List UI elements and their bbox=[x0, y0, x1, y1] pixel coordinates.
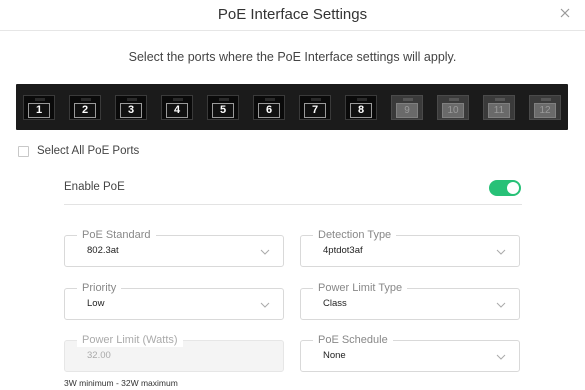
port-number: 9 bbox=[396, 103, 418, 118]
port-connector-icon: 1 bbox=[23, 95, 55, 120]
port-connector-icon: 5 bbox=[207, 95, 239, 120]
port-panel: 1 2 3 4 5 6 7 8 9 10 11 12 bbox=[16, 84, 568, 130]
port-6[interactable]: 6 bbox=[246, 84, 292, 130]
instruction-text: Select the ports where the PoE Interface… bbox=[128, 50, 457, 64]
port-number: 6 bbox=[258, 103, 280, 118]
power-limit-value: 32.00 bbox=[87, 350, 111, 361]
power-limit-label: Power Limit (Watts) bbox=[77, 333, 183, 347]
port-8[interactable]: 8 bbox=[338, 84, 384, 130]
port-notch bbox=[35, 98, 45, 101]
poe-schedule-select[interactable]: PoE Schedule None bbox=[300, 333, 520, 372]
port-number: 12 bbox=[534, 103, 556, 118]
port-connector-icon: 10 bbox=[437, 95, 469, 120]
port-3[interactable]: 3 bbox=[108, 84, 154, 130]
chevron-down-icon bbox=[260, 302, 270, 308]
port-7[interactable]: 7 bbox=[292, 84, 338, 130]
port-number: 4 bbox=[166, 103, 188, 118]
checkbox-box[interactable] bbox=[18, 145, 29, 157]
port-notch bbox=[265, 98, 275, 101]
port-number: 10 bbox=[442, 103, 464, 118]
port-connector-icon: 7 bbox=[299, 95, 331, 120]
port-9: 9 bbox=[384, 84, 430, 130]
port-11: 11 bbox=[476, 84, 522, 130]
port-12: 12 bbox=[522, 84, 568, 130]
port-connector-icon: 8 bbox=[345, 95, 377, 120]
chevron-down-icon bbox=[496, 302, 506, 308]
priority-value: Low bbox=[87, 298, 105, 309]
priority-label: Priority bbox=[77, 281, 122, 295]
dialog-header: PoE Interface Settings bbox=[0, 0, 585, 31]
power-limit-hint: 3W minimum - 32W maximum bbox=[64, 378, 178, 388]
port-connector-icon: 2 bbox=[69, 95, 101, 120]
chevron-down-icon bbox=[496, 354, 506, 360]
select-all-label: Select All PoE Ports bbox=[37, 145, 140, 157]
port-number: 5 bbox=[212, 103, 234, 118]
port-notch bbox=[357, 98, 367, 101]
toggle-knob bbox=[507, 182, 519, 194]
port-connector-icon: 12 bbox=[529, 95, 561, 120]
poe-schedule-value: None bbox=[323, 350, 346, 361]
enable-poe-label: Enable PoE bbox=[64, 181, 125, 193]
power-limit-type-label: Power Limit Type bbox=[313, 281, 408, 295]
port-2[interactable]: 2 bbox=[62, 84, 108, 130]
poe-standard-value: 802.3at bbox=[87, 245, 119, 256]
power-limit-input[interactable]: Power Limit (Watts) 32.00 bbox=[64, 333, 284, 372]
port-notch bbox=[495, 98, 505, 101]
poe-standard-select[interactable]: PoE Standard 802.3at bbox=[64, 228, 284, 267]
port-1[interactable]: 1 bbox=[16, 84, 62, 130]
port-4[interactable]: 4 bbox=[154, 84, 200, 130]
port-connector-icon: 3 bbox=[115, 95, 147, 120]
chevron-down-icon bbox=[496, 249, 506, 255]
port-notch bbox=[449, 98, 459, 101]
port-notch bbox=[403, 98, 413, 101]
port-number: 2 bbox=[74, 103, 96, 118]
port-connector-icon: 9 bbox=[391, 95, 423, 120]
port-notch bbox=[541, 98, 551, 101]
poe-standard-label: PoE Standard bbox=[77, 228, 156, 242]
power-limit-type-select[interactable]: Power Limit Type Class bbox=[300, 281, 520, 320]
detection-type-label: Detection Type bbox=[313, 228, 397, 242]
priority-select[interactable]: Priority Low bbox=[64, 281, 284, 320]
port-connector-icon: 4 bbox=[161, 95, 193, 120]
port-number: 11 bbox=[488, 103, 510, 118]
port-notch bbox=[173, 98, 183, 101]
port-number: 1 bbox=[28, 103, 50, 118]
chevron-down-icon bbox=[260, 249, 270, 255]
port-number: 8 bbox=[350, 103, 372, 118]
detection-type-select[interactable]: Detection Type 4ptdot3af bbox=[300, 228, 520, 267]
port-10: 10 bbox=[430, 84, 476, 130]
close-icon[interactable] bbox=[557, 5, 573, 21]
port-number: 7 bbox=[304, 103, 326, 118]
port-connector-icon: 6 bbox=[253, 95, 285, 120]
power-limit-type-value: Class bbox=[323, 298, 347, 309]
detection-type-value: 4ptdot3af bbox=[323, 245, 363, 256]
port-number: 3 bbox=[120, 103, 142, 118]
port-notch bbox=[311, 98, 321, 101]
dialog-title: PoE Interface Settings bbox=[217, 6, 368, 23]
port-notch bbox=[81, 98, 91, 101]
port-notch bbox=[219, 98, 229, 101]
port-connector-icon: 11 bbox=[483, 95, 515, 120]
port-notch bbox=[127, 98, 137, 101]
enable-poe-toggle[interactable] bbox=[489, 180, 521, 196]
port-5[interactable]: 5 bbox=[200, 84, 246, 130]
poe-schedule-label: PoE Schedule bbox=[313, 333, 393, 347]
select-all-ports-checkbox[interactable]: Select All PoE Ports bbox=[18, 145, 139, 157]
divider bbox=[64, 204, 522, 205]
